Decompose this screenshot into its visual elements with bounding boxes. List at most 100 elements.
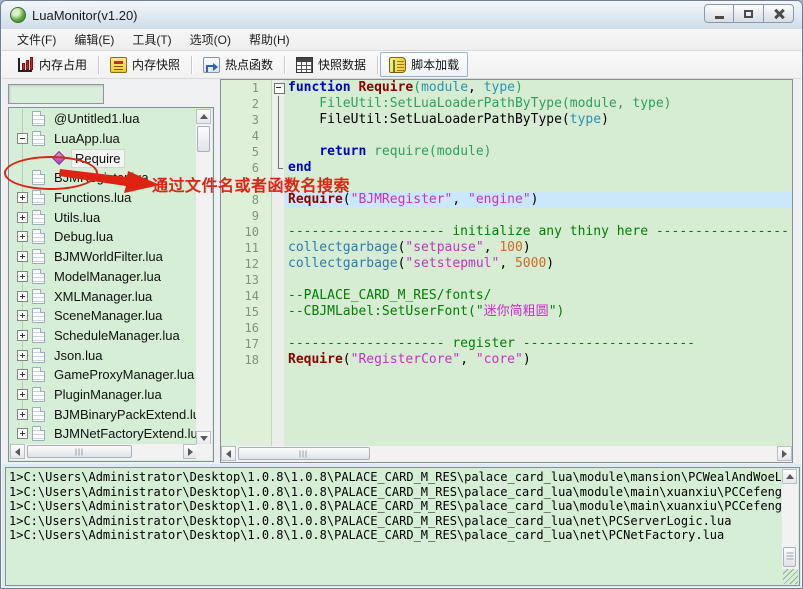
code-area[interactable]: function Require(module, type) FileUtil:…: [284, 80, 792, 446]
code-line[interactable]: -------------------- register ----------…: [284, 336, 792, 352]
log-vertical-scrollbar[interactable]: [782, 469, 798, 569]
code-line[interactable]: function Require(module, type): [284, 80, 792, 96]
code-line[interactable]: [284, 320, 792, 336]
tab-memory-usage[interactable]: 内存占用: [8, 52, 96, 77]
log-panel[interactable]: 1>C:\Users\Administrator\Desktop\1.0.8\1…: [5, 467, 800, 586]
expand-icon[interactable]: [17, 350, 28, 361]
expand-icon[interactable]: [17, 310, 28, 321]
fold-collapse-icon[interactable]: [272, 80, 284, 96]
tree-item[interactable]: ModelManager.lua: [10, 267, 198, 287]
menu-options[interactable]: 选项(O): [181, 28, 240, 51]
tree-item[interactable]: BJMNetFactoryExtend.lua: [10, 424, 198, 444]
line-number: 10: [221, 224, 271, 240]
expand-icon[interactable]: [17, 291, 28, 302]
expand-icon[interactable]: [17, 409, 28, 420]
tree-item[interactable]: @Untitled1.lua: [10, 109, 198, 129]
expand-icon[interactable]: [17, 330, 28, 341]
code-line[interactable]: -------------------- initialize any thin…: [284, 224, 792, 240]
tree-item-label: Require: [71, 149, 125, 168]
expand-icon[interactable]: [17, 428, 28, 439]
expand-icon[interactable]: [17, 212, 28, 223]
fold-margin-row: [272, 128, 284, 144]
title-bar[interactable]: LuaMonitor(v1.20): [1, 1, 802, 29]
close-button[interactable]: [764, 4, 794, 23]
code-token: ): [523, 240, 531, 255]
code-line[interactable]: --PALACE_CARD_M_RES/fonts/: [284, 288, 792, 304]
tree-vertical-scrollbar[interactable]: [196, 109, 212, 446]
code-editor[interactable]: 123456789101112131415161718 function Req…: [220, 79, 793, 463]
code-line[interactable]: [284, 128, 792, 144]
log-line: 1>C:\Users\Administrator\Desktop\1.0.8\1…: [9, 514, 781, 529]
code-token: 100: [499, 240, 522, 255]
menu-edit[interactable]: 编辑(E): [65, 28, 123, 51]
tree-item[interactable]: Utils.lua: [10, 207, 198, 227]
tree-item[interactable]: SceneManager.lua: [10, 306, 198, 326]
search-input[interactable]: [8, 84, 104, 104]
code-line[interactable]: --CBJMLabel:SetUserFont("迷你简粗圆"): [284, 304, 792, 320]
tree-item[interactable]: Json.lua: [10, 345, 198, 365]
script-book-icon: [389, 57, 406, 73]
expand-icon[interactable]: [17, 192, 28, 203]
editor-horizontal-scrollbar[interactable]: [221, 446, 792, 462]
menu-help[interactable]: 帮助(H): [240, 28, 299, 51]
tree-item[interactable]: LuaApp.lua: [10, 129, 198, 149]
tree-item[interactable]: BJMBinaryPackExtend.lua: [10, 404, 198, 424]
code-token: 5000: [515, 256, 546, 271]
tree-item[interactable]: XMLManager.lua: [10, 286, 198, 306]
code-line[interactable]: FileUtil:SetLuaLoaderPathByType(type): [284, 112, 792, 128]
code-line[interactable]: Require("RegisterCore", "core"): [284, 352, 792, 368]
tree-item[interactable]: BJMRegister.lua: [10, 168, 198, 188]
code-line-highlighted[interactable]: Require("BJMRegister", "engine"): [284, 192, 792, 208]
tab-memory-snapshot[interactable]: 内存快照: [101, 52, 189, 77]
code-token: --CBJMLabel:SetUserFont(": [288, 304, 484, 319]
lua-file-icon: [32, 426, 45, 441]
expand-icon[interactable]: [17, 251, 28, 262]
tree-item-label: BJMWorldFilter.lua: [51, 248, 166, 265]
code-line[interactable]: [284, 208, 792, 224]
code-line[interactable]: collectgarbage("setstepmul", 5000): [284, 256, 792, 272]
expand-icon[interactable]: [17, 271, 28, 282]
tree-item-label: BJMBinaryPackExtend.lua: [51, 406, 198, 423]
tree-item[interactable]: GameProxyManager.lua: [10, 365, 198, 385]
tree-horizontal-scrollbar[interactable]: [10, 444, 198, 460]
expand-icon[interactable]: [17, 369, 28, 380]
code-line[interactable]: return require(module): [284, 144, 792, 160]
log-line: 1>C:\Users\Administrator\Desktop\1.0.8\1…: [9, 485, 781, 500]
expand-icon[interactable]: [17, 231, 28, 242]
menu-file[interactable]: 文件(F): [8, 28, 65, 51]
hotspot-arrow-icon: [203, 57, 220, 73]
code-token: end: [288, 160, 311, 175]
collapse-icon[interactable]: [17, 133, 28, 144]
tab-snapshot-data[interactable]: 快照数据: [287, 52, 375, 77]
tree-item[interactable]: Debug.lua: [10, 227, 198, 247]
code-fold-margin[interactable]: [271, 80, 284, 446]
line-number: 8: [221, 192, 271, 208]
tab-script-load[interactable]: 脚本加载: [380, 52, 468, 77]
expand-icon[interactable]: [17, 389, 28, 400]
code-line[interactable]: FileUtil:SetLuaLoaderPathByType(module, …: [284, 96, 792, 112]
tab-hot-functions[interactable]: 热点函数: [194, 52, 282, 77]
code-token: ): [546, 256, 554, 271]
resize-grip[interactable]: [783, 569, 798, 584]
log-line: 1>C:\Users\Administrator\Desktop\1.0.8\1…: [9, 470, 781, 485]
tree-item[interactable]: PluginManager.lua: [10, 385, 198, 405]
tree-item[interactable]: Functions.lua: [10, 188, 198, 208]
code-line[interactable]: end: [284, 160, 792, 176]
tree-item[interactable]: Require: [10, 148, 198, 168]
tree-item[interactable]: ScheduleManager.lua: [10, 326, 198, 346]
menu-tools[interactable]: 工具(T): [123, 28, 180, 51]
lua-file-icon: [32, 111, 45, 126]
code-line[interactable]: [284, 176, 792, 192]
code-token: ,: [484, 240, 500, 255]
tree-item[interactable]: BJMWorldFilter.lua: [10, 247, 198, 267]
window-title: LuaMonitor(v1.20): [32, 8, 138, 23]
minimize-button[interactable]: [704, 4, 734, 23]
maximize-button[interactable]: [734, 4, 764, 23]
tree-connector: [17, 113, 28, 124]
code-line[interactable]: collectgarbage("setpause", 100): [284, 240, 792, 256]
log-output: 1>C:\Users\Administrator\Desktop\1.0.8\1…: [9, 470, 781, 583]
scroll-right-icon: [782, 450, 787, 458]
code-line[interactable]: [284, 272, 792, 288]
code-token: return: [319, 144, 366, 159]
tree-item-label: Utils.lua: [51, 209, 103, 226]
